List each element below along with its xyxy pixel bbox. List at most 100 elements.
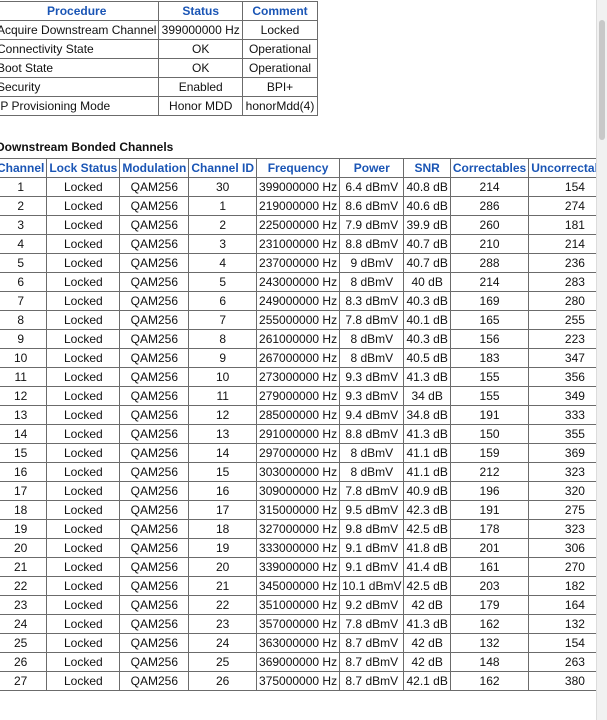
cell-snr: 41.3 dB [403, 367, 451, 387]
cell-lock-status: Locked [46, 177, 121, 197]
cell-modulation: QAM256 [119, 633, 190, 653]
cell-modulation: QAM256 [119, 443, 190, 463]
cell-channel-id: 21 [188, 576, 258, 596]
cell-channel: 15 [0, 443, 48, 463]
cell-modulation: QAM256 [119, 405, 190, 425]
cell-channel-id: 22 [188, 595, 258, 615]
table-row: 27 Locked QAM256 26 375000000 Hz 8.7 dBmV 42.1… [0, 671, 607, 691]
cell-correctables: 155 [449, 367, 530, 387]
cell-lock-status: Locked [46, 253, 121, 273]
cell-power: 9.3 dBmV [339, 386, 405, 406]
cell-correctables: 260 [449, 215, 530, 235]
scrollbar-thumb[interactable] [599, 20, 605, 140]
cell-channel-id: 11 [188, 386, 258, 406]
cell-frequency: 339000000 Hz [256, 557, 341, 577]
cell-power: 8.7 dBmV [339, 633, 405, 653]
cell-channel: 19 [0, 519, 48, 539]
table-row: 20 Locked QAM256 19 333000000 Hz 9.1 dBmV 41.8… [0, 538, 607, 558]
header-procedure: Procedure [0, 1, 160, 21]
table-row: 7 Locked QAM256 6 249000000 Hz 8.3 dBmV 40.3 d… [0, 291, 607, 311]
table-row: 17 Locked QAM256 16 309000000 Hz 7.8 dBmV 40.9… [0, 481, 607, 501]
downstream-section-title: Downstream Bonded Channels [0, 140, 174, 154]
cell-snr: 40.9 dB [403, 481, 451, 501]
cell-correctables: 178 [449, 519, 530, 539]
cell-lock-status: Locked [46, 196, 121, 216]
table-row: Connectivity State OK Operational [0, 39, 318, 59]
cell-power: 9.4 dBmV [339, 405, 405, 425]
cell-lock-status: Locked [46, 367, 121, 387]
table-row: 10 Locked QAM256 9 267000000 Hz 8 dBmV 40.5 dB… [0, 348, 607, 368]
cell-modulation: QAM256 [119, 310, 190, 330]
cell-frequency: 279000000 Hz [256, 386, 341, 406]
cell-modulation: QAM256 [119, 500, 190, 520]
cell-frequency: 369000000 Hz [256, 652, 341, 672]
cell-channel: 4 [0, 234, 48, 254]
cell-power: 7.8 dBmV [339, 481, 405, 501]
cell-procedure: IP Provisioning Mode [0, 96, 160, 116]
cell-correctables: 203 [449, 576, 530, 596]
cell-channel-id: 23 [188, 614, 258, 634]
cell-channel: 17 [0, 481, 48, 501]
cell-frequency: 285000000 Hz [256, 405, 341, 425]
cell-frequency: 261000000 Hz [256, 329, 341, 349]
cell-snr: 42 dB [403, 652, 451, 672]
cell-power: 8.8 dBmV [339, 424, 405, 444]
cell-channel-id: 19 [188, 538, 258, 558]
cell-snr: 40.5 dB [403, 348, 451, 368]
cell-comment: BPI+ [242, 77, 318, 97]
cell-correctables: 165 [449, 310, 530, 330]
cell-snr: 42 dB [403, 633, 451, 653]
cell-frequency: 357000000 Hz [256, 614, 341, 634]
cell-modulation: QAM256 [119, 671, 190, 691]
cell-snr: 42.3 dB [403, 500, 451, 520]
cell-modulation: QAM256 [119, 291, 190, 311]
cell-channel: 20 [0, 538, 48, 558]
table-row: 11 Locked QAM256 10 273000000 Hz 9.3 dBmV 41.3… [0, 367, 607, 387]
cell-snr: 40.6 dB [403, 196, 451, 216]
cell-frequency: 327000000 Hz [256, 519, 341, 539]
cell-modulation: QAM256 [119, 348, 190, 368]
cell-procedure: Acquire Downstream Channel [0, 20, 160, 40]
cell-lock-status: Locked [46, 443, 121, 463]
cell-status: OK [158, 58, 243, 78]
cell-lock-status: Locked [46, 329, 121, 349]
cell-channel: 5 [0, 253, 48, 273]
cell-status: OK [158, 39, 243, 59]
cell-status: Enabled [158, 77, 243, 97]
cell-channel: 11 [0, 367, 48, 387]
cell-channel: 27 [0, 671, 48, 691]
cell-snr: 41.8 dB [403, 538, 451, 558]
cell-power: 9.8 dBmV [339, 519, 405, 539]
header-channel: Channel [0, 158, 48, 178]
cell-snr: 40.8 dB [403, 177, 451, 197]
cell-power: 9.1 dBmV [339, 538, 405, 558]
cell-channel: 24 [0, 614, 48, 634]
cell-frequency: 345000000 Hz [256, 576, 341, 596]
cell-lock-status: Locked [46, 348, 121, 368]
cell-procedure: Security [0, 77, 160, 97]
cell-frequency: 225000000 Hz [256, 215, 341, 235]
cell-modulation: QAM256 [119, 481, 190, 501]
table-row: Security Enabled BPI+ [0, 77, 318, 97]
table-row: 1 Locked QAM256 30 399000000 Hz 6.4 dBmV 40.8 … [0, 177, 607, 197]
cell-modulation: QAM256 [119, 576, 190, 596]
cell-power: 9.3 dBmV [339, 367, 405, 387]
cell-power: 9.2 dBmV [339, 595, 405, 615]
cell-power: 6.4 dBmV [339, 177, 405, 197]
cell-snr: 40.7 dB [403, 234, 451, 254]
vertical-scrollbar[interactable] [596, 0, 607, 720]
cell-lock-status: Locked [46, 576, 121, 596]
table-row: 4 Locked QAM256 3 231000000 Hz 8.8 dBmV 40.7 d… [0, 234, 607, 254]
cell-frequency: 399000000 Hz [256, 177, 341, 197]
cell-frequency: 273000000 Hz [256, 367, 341, 387]
cell-power: 9 dBmV [339, 253, 405, 273]
cell-channel: 3 [0, 215, 48, 235]
cell-power: 10.1 dBmV [339, 576, 405, 596]
cell-channel-id: 24 [188, 633, 258, 653]
cell-power: 9.5 dBmV [339, 500, 405, 520]
cell-channel-id: 25 [188, 652, 258, 672]
cell-channel-id: 5 [188, 272, 258, 292]
cell-snr: 42.5 dB [403, 519, 451, 539]
cell-power: 8 dBmV [339, 272, 405, 292]
cell-channel-id: 7 [188, 310, 258, 330]
